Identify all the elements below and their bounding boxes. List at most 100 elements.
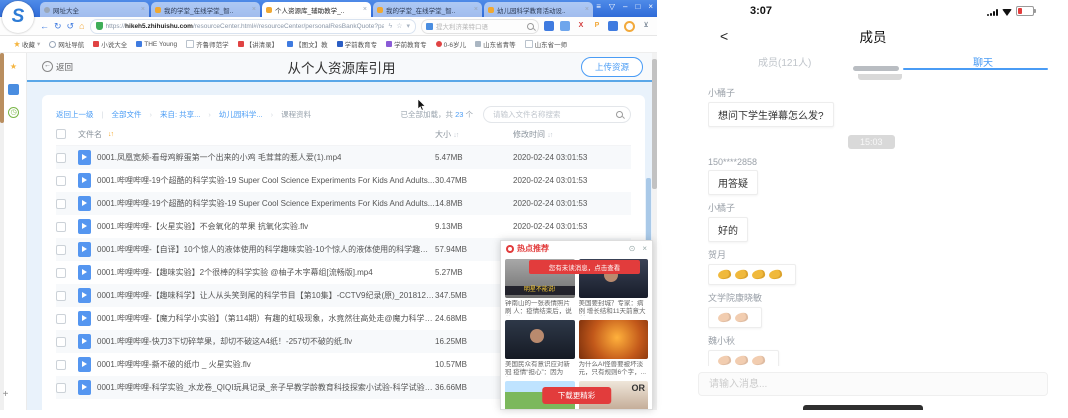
breadcrumb-link[interactable]: 幼儿园科学... — [219, 109, 263, 120]
ring-extension-icon[interactable] — [624, 21, 635, 32]
unread-message-ribbon[interactable]: 您有未读消息，点击查看 — [529, 260, 640, 274]
search-icon[interactable] — [616, 111, 623, 118]
table-row[interactable]: 0001.哔哩哔哩-19个超酷的科学实验-19 Super Cool Scien… — [56, 169, 631, 192]
bookmark-item[interactable]: 小说大全 — [93, 39, 127, 49]
bookmark-item[interactable]: 山东省一师 — [525, 39, 568, 49]
favorites-star-icon[interactable]: ★ — [8, 61, 19, 72]
ad-news-item[interactable]: 美国民众有意识应对新冠 疫情“担心”：因为年... — [505, 320, 575, 377]
key-extension-icon[interactable]: P — [592, 21, 602, 31]
file-search-input[interactable] — [491, 109, 612, 120]
select-all-checkbox[interactable] — [56, 129, 66, 139]
row-checkbox[interactable] — [56, 314, 66, 324]
browser-tab[interactable]: 我的学堂_在线学堂_智.. × — [373, 2, 482, 17]
x-extension-icon[interactable]: X — [576, 21, 586, 31]
breadcrumb-link[interactable]: 来自: 共享... — [160, 109, 200, 120]
sort-size-icon[interactable]: ↓↑ — [453, 132, 458, 139]
row-checkbox[interactable] — [56, 360, 66, 370]
sort-date-icon[interactable]: ↓↑ — [547, 132, 552, 139]
page-header: ← 返回 从个人资源库引用 上传资源 — [26, 53, 657, 82]
maximize-button[interactable]: □ — [635, 2, 640, 11]
clap-emoji — [751, 355, 766, 366]
menu-icon[interactable]: ≡ — [596, 2, 601, 11]
file-search-box[interactable] — [483, 106, 631, 123]
quick-search-box[interactable]: 提大利济莱特口语 — [421, 19, 539, 34]
refresh-icon[interactable]: ↻ — [54, 21, 62, 32]
browser-tab[interactable]: 我的学堂_在线学堂_智.. × — [151, 2, 260, 17]
bookmark-item[interactable]: 学前教育专 — [386, 39, 427, 49]
ad-news-item[interactable]: 为什么AI怪兽要被坏淡 元，只有规则6个字，... — [579, 320, 649, 377]
bookmark-item[interactable]: 【图文】教 — [287, 39, 328, 49]
tab-close-icon[interactable]: × — [474, 6, 478, 13]
table-row[interactable]: 0001.哔哩哔哩-【火星实验】不会氧化的苹果 抗氧化实验.flv 9.13MB… — [56, 215, 631, 238]
ad-close-icon[interactable]: × — [642, 244, 647, 253]
screenshot-icon[interactable] — [608, 21, 618, 31]
panel-icon[interactable]: ▽ — [609, 2, 615, 11]
row-checkbox[interactable] — [56, 222, 66, 232]
bookmark-item[interactable]: 网址导航 — [49, 39, 84, 49]
message-input[interactable] — [698, 372, 1048, 396]
table-row[interactable]: 0001.凤凰宽频-看母鸡孵蛋第一个出来的小鸡 毛茸茸的惹人爱(1).mp4 5… — [56, 146, 631, 169]
row-checkbox[interactable] — [56, 383, 66, 393]
address-bar[interactable]: https://hikeh5.zhihuishu.com/resourceCen… — [90, 19, 416, 34]
extension-icon[interactable] — [560, 21, 570, 31]
row-checkbox[interactable] — [56, 153, 66, 163]
apps-icon[interactable] — [8, 84, 19, 95]
row-checkbox[interactable] — [56, 291, 66, 301]
bookmark-star-icon[interactable]: ☆ — [396, 22, 402, 30]
tab-chat[interactable]: 聊天 — [973, 54, 993, 69]
minimize-button[interactable]: – — [623, 2, 627, 11]
row-checkbox[interactable] — [56, 199, 66, 209]
upload-resource-button[interactable]: 上传资源 — [581, 57, 643, 77]
tab-members[interactable]: 成员(121人) — [758, 54, 811, 69]
tab-close-icon[interactable]: × — [363, 6, 367, 13]
tab-divider-pill — [853, 66, 899, 71]
chat-message: 小橘子 好的 — [708, 201, 1038, 242]
browser-tab[interactable]: 网址大全 × — [40, 2, 149, 17]
search-suggestion-text: 提大利济莱特口语 — [436, 21, 524, 31]
bookmark-item[interactable]: THE Young — [136, 41, 177, 48]
browser-tab-active[interactable]: 个人资源库_辅助教学_.. × — [262, 2, 371, 17]
favicon-icon — [377, 7, 383, 13]
history-clock-icon[interactable]: ◷ — [8, 107, 19, 118]
browser-logo[interactable]: S — [2, 1, 34, 33]
ad-settings-gear-icon[interactable]: ⊙ — [629, 244, 636, 253]
bookmark-item[interactable]: 收藏▾ — [14, 39, 40, 49]
breadcrumb-current: 课程资料 — [281, 109, 311, 120]
news-thumbnail — [579, 320, 649, 359]
back-chevron-button[interactable]: < — [720, 28, 728, 44]
sort-name-icon[interactable]: ↓↑ — [108, 131, 113, 138]
bookmark-item[interactable]: 学前教育专 — [337, 39, 378, 49]
row-checkbox[interactable] — [56, 268, 66, 278]
side-scrollbar[interactable] — [0, 53, 4, 410]
dropdown-chevron-icon[interactable]: ▾ — [406, 22, 410, 30]
bookmark-icon — [287, 41, 293, 47]
home-indicator — [803, 405, 923, 410]
tab-close-icon[interactable]: × — [252, 6, 256, 13]
bookmark-item[interactable]: 0-6岁儿 — [436, 39, 466, 49]
flash-icon[interactable]: ϟ — [388, 23, 392, 30]
tab-close-icon[interactable]: × — [141, 6, 145, 13]
close-button[interactable]: × — [648, 2, 653, 11]
row-checkbox[interactable] — [56, 245, 66, 255]
bookmark-item[interactable]: 【讲清录】 — [238, 39, 279, 49]
tab-label: 我的学堂_在线学堂_智.. — [386, 5, 471, 15]
video-file-icon — [78, 150, 91, 165]
breadcrumb-back-link[interactable]: 返回上一级 — [56, 109, 94, 120]
row-checkbox[interactable] — [56, 176, 66, 186]
tab-close-icon[interactable]: × — [585, 6, 589, 13]
table-row[interactable]: 0001.哔哩哔哩-19个超酷的科学实验-19 Super Cool Scien… — [56, 192, 631, 215]
download-icon[interactable]: ⊻ — [641, 21, 651, 31]
ad-download-button[interactable]: 下载更精彩 — [542, 387, 612, 404]
back-nav-icon[interactable]: ← — [40, 21, 49, 31]
history-icon[interactable]: ↺ — [67, 21, 75, 32]
bookmark-item[interactable]: 山东省青等 — [475, 39, 516, 49]
row-checkbox[interactable] — [56, 337, 66, 347]
add-icon[interactable]: + — [0, 389, 11, 400]
file-name: 0001.哔哩哔哩-19个超酷的科学实验-19 Super Cool Scien… — [97, 175, 434, 186]
breadcrumb-link[interactable]: 全部文件 — [111, 109, 141, 120]
bookmark-item[interactable]: 齐鲁师范学 — [186, 39, 229, 49]
search-icon[interactable] — [527, 23, 534, 30]
home-icon[interactable]: ⌂ — [79, 21, 84, 31]
browser-tab[interactable]: 幼儿园科学教育活动设.. × — [484, 2, 593, 17]
extension-icon[interactable] — [544, 21, 554, 31]
